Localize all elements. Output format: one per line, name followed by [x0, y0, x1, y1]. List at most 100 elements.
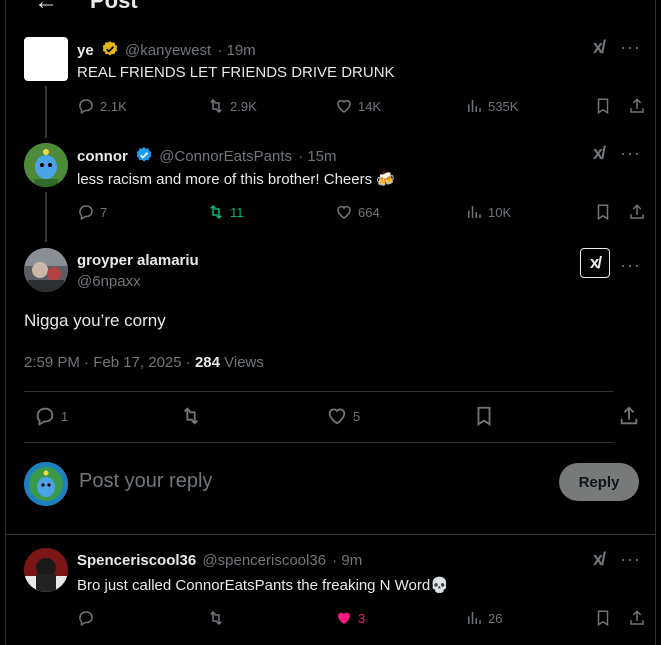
tweet-meta: 2:59 PM · Feb 17, 2025 · 284 Views [24, 354, 264, 371]
verified-badge-icon [102, 41, 118, 56]
page-title: Post [90, 0, 138, 13]
like-count: 664 [358, 204, 380, 220]
grok-icon[interactable]: x/ [593, 143, 606, 164]
bookmark-action[interactable] [594, 203, 612, 221]
back-arrow-icon[interactable]: ← [34, 0, 58, 14]
display-name[interactable]: connor [77, 148, 128, 165]
share-action[interactable] [628, 97, 646, 115]
timeline-column: ← Post ye @kanyewest · 19m x/ ··· REAL F… [5, 0, 656, 645]
reply-count: 2.1K [100, 98, 127, 114]
tweet-actions: 3 26 [77, 609, 647, 631]
share-action[interactable] [618, 405, 640, 427]
reply-action[interactable]: 7 [77, 203, 107, 221]
avatar[interactable] [24, 143, 68, 187]
views-count: 10K [488, 204, 512, 220]
grok-icon[interactable]: x/ [593, 549, 606, 570]
bookmark-icon [597, 204, 609, 221]
tweet-top-icons: x/ ··· [593, 143, 641, 164]
grok-icon[interactable]: x/ [593, 37, 606, 58]
heart-icon [328, 408, 346, 425]
tweet-top-icons: x/ ··· [593, 549, 641, 570]
views-action[interactable]: 26 [465, 609, 502, 627]
bookmark-action[interactable] [594, 609, 612, 627]
timestamp[interactable]: · 19m [217, 42, 255, 59]
repost-icon [183, 407, 199, 425]
reply-icon [79, 611, 93, 627]
like-count: 5 [353, 408, 361, 424]
display-name[interactable]: Spenceriscool36 [77, 552, 196, 569]
reply-button[interactable]: Reply [559, 463, 639, 501]
timestamp[interactable]: · 15m [298, 148, 336, 165]
repost-action[interactable]: 11 [207, 203, 244, 221]
verified-badge-icon [136, 147, 152, 162]
bookmark-action[interactable] [594, 97, 612, 115]
share-icon [630, 610, 644, 625]
avatar[interactable] [24, 548, 68, 592]
reply-count: 7 [100, 204, 108, 220]
tweet-header: connor @ConnorEatsPants · 15m [77, 146, 337, 165]
share-icon [620, 406, 638, 425]
tweet-top-icons: ··· [620, 255, 641, 276]
header: ← Post [6, 0, 655, 14]
repost-icon [210, 204, 222, 220]
reply-avatar[interactable] [24, 462, 68, 506]
reply-action[interactable]: 2.1K [77, 97, 127, 115]
repost-count: 11 [230, 204, 244, 220]
heart-icon [337, 205, 351, 219]
reply-icon [79, 99, 93, 115]
like-count: 3 [358, 610, 366, 626]
handle[interactable]: @ConnorEatsPants [159, 148, 292, 165]
like-action[interactable]: 5 [326, 405, 360, 427]
tweet-text: Bro just called ConnorEatsPants the frea… [77, 577, 449, 594]
reply-input[interactable]: Post your reply [79, 470, 212, 493]
more-icon[interactable]: ··· [620, 143, 641, 164]
share-icon [630, 204, 644, 219]
views-count: 284 [194, 354, 220, 371]
heart-icon [337, 99, 351, 113]
views-icon [468, 206, 481, 218]
grok-icon[interactable]: x/ [580, 248, 610, 278]
handle[interactable]: @6npaxx [77, 273, 141, 290]
repost-action[interactable]: 2.9K [207, 97, 257, 115]
like-action[interactable]: 3 [335, 609, 365, 627]
views-count: 535K [488, 98, 519, 114]
repost-action[interactable] [207, 609, 225, 627]
handle[interactable]: @kanyewest [125, 42, 211, 59]
share-action[interactable] [628, 609, 646, 627]
reply-icon [79, 205, 93, 221]
avatar-image [24, 143, 68, 187]
views-action[interactable]: 535K [465, 97, 518, 115]
bookmark-action[interactable] [473, 405, 495, 427]
more-icon[interactable]: ··· [620, 549, 641, 570]
views-action[interactable]: 10K [465, 203, 511, 221]
bookmark-icon [597, 98, 609, 115]
tweet-header: Spenceriscool36 @spenceriscool36 · 9m [77, 552, 362, 569]
views-label: Views [219, 354, 264, 371]
thread-line [45, 86, 47, 138]
repost-action[interactable] [180, 405, 202, 427]
handle[interactable]: @spenceriscool36 [202, 552, 326, 569]
share-action[interactable] [628, 203, 646, 221]
heart-filled-icon [338, 612, 350, 624]
timestamp[interactable]: · 9m [332, 552, 362, 569]
more-icon[interactable]: ··· [620, 37, 641, 58]
bookmark-icon [597, 610, 609, 627]
avatar-image [24, 462, 68, 506]
avatar[interactable] [24, 248, 68, 292]
display-name[interactable]: groyper alamariu [77, 252, 199, 269]
views-count: 26 [488, 610, 503, 626]
more-icon[interactable]: ··· [620, 255, 641, 276]
bookmark-icon [477, 406, 491, 426]
reply-action[interactable]: 1 [34, 405, 68, 427]
avatar[interactable] [24, 37, 68, 81]
like-action[interactable]: 664 [335, 203, 380, 221]
tweet-header: ye @kanyewest · 19m [77, 40, 256, 59]
tweet-text: less racism and more of this brother! Ch… [77, 171, 395, 188]
timestamp[interactable]: 2:59 PM · Feb 17, 2025 · [24, 354, 195, 371]
divider [24, 391, 614, 392]
reply-action[interactable] [77, 609, 95, 627]
display-name[interactable]: ye [77, 42, 94, 59]
tweet-text: Nigga you’re corny [24, 311, 166, 330]
reply-icon [36, 407, 54, 426]
like-action[interactable]: 14K [335, 97, 381, 115]
